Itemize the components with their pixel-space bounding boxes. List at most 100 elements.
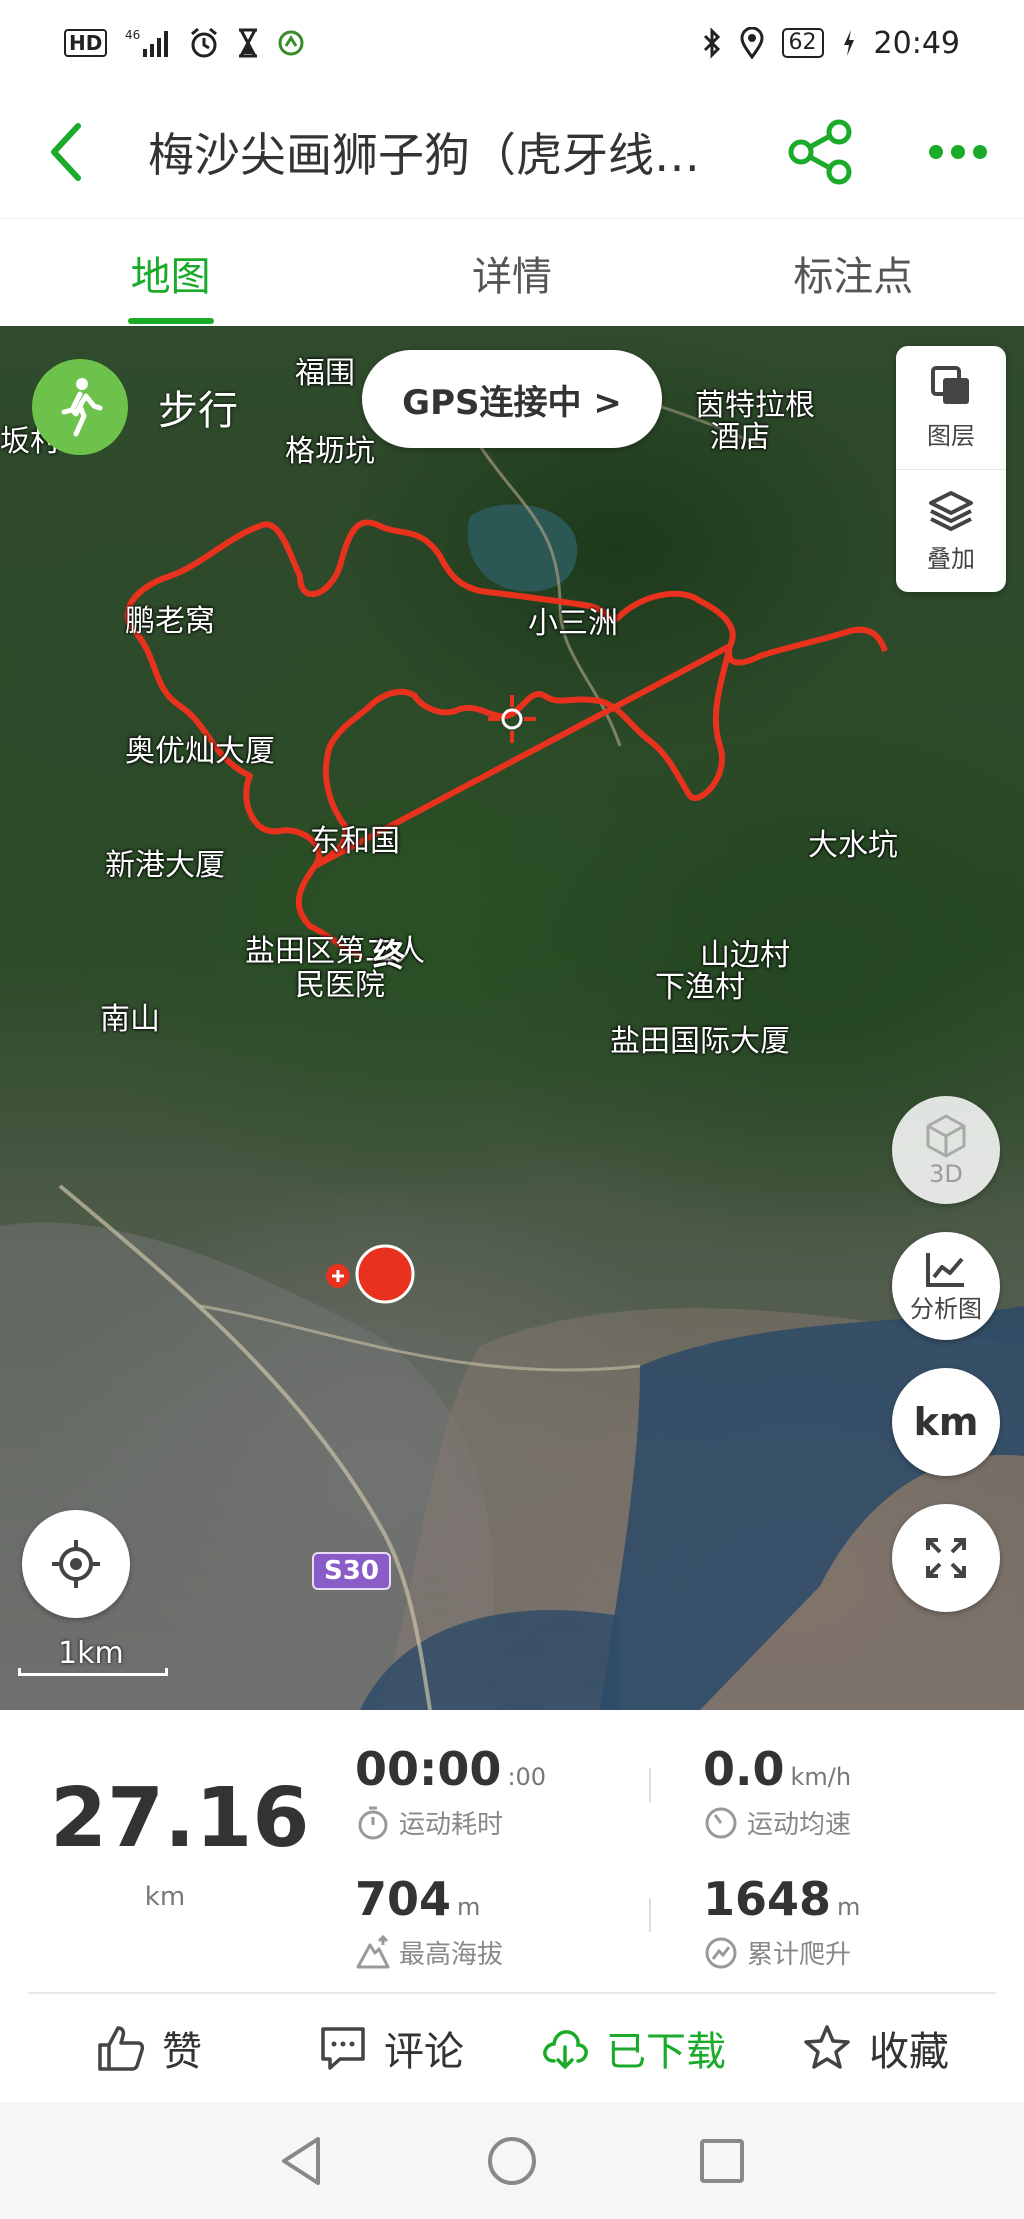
thumbs-up-icon: [98, 2026, 145, 2071]
altitude-stat: 704 m 最高海拔: [355, 1876, 503, 1971]
map-scale: 1km: [18, 1636, 168, 1686]
map-label-place-6: 小三洲: [528, 606, 618, 641]
nav-recents-icon[interactable]: [698, 2137, 746, 2185]
alarm-icon: [189, 26, 219, 60]
walk-mode-pill[interactable]: 步行: [32, 356, 238, 458]
tab-markers[interactable]: 标注点: [683, 219, 1024, 326]
locate-button[interactable]: [22, 1510, 130, 1618]
speed-label: 运动均速: [747, 1810, 852, 1840]
stats-panel: 27.16 km 00:00:00 运动耗时 0.0 km/h 运动均速 704 m…: [0, 1710, 1024, 1992]
more-dots-icon: [929, 145, 987, 159]
climb-label: 累计爬升: [747, 1940, 852, 1970]
mountain-icon: [356, 1934, 390, 1968]
gps-status-button[interactable]: GPS连接中 >: [362, 350, 662, 448]
hd-badge: HD: [64, 29, 108, 57]
battery-icon: 62: [781, 28, 824, 58]
favorite-label: 收藏: [869, 2029, 949, 2075]
3d-button[interactable]: 3D: [892, 1096, 1000, 1204]
stopwatch-icon: [358, 1806, 388, 1839]
tab-bar: 地图 详情 标注点: [0, 218, 1024, 326]
like-button[interactable]: 赞: [28, 1994, 270, 2102]
map-label-place-8: 新港大厦: [105, 848, 225, 883]
distance-unit: km: [144, 1882, 186, 1912]
signal-icon: 46: [125, 26, 171, 60]
map-view[interactable]: 福围 格坜坑 茵特拉根 酒店 坂村 鹏老窝 小三洲 奥优灿大厦 新港大厦 东和国…: [0, 326, 1024, 1710]
hospital-icon: [326, 1264, 350, 1288]
layers-label: 图层: [927, 422, 975, 450]
nav-back-icon[interactable]: [278, 2135, 326, 2187]
altitude-unit: m: [457, 1893, 481, 1921]
stat-divider: [649, 1768, 651, 1802]
system-nav-bar: [0, 2102, 1024, 2219]
map-label-place-16: 盐田国际大厦: [610, 1024, 790, 1059]
hourglass-icon: [237, 26, 259, 60]
scale-bar: [18, 1668, 168, 1676]
unit-button[interactable]: km: [892, 1368, 1000, 1476]
stat-divider: [649, 1898, 651, 1932]
altitude-label: 最高海拔: [399, 1940, 504, 1970]
charging-icon: [842, 26, 856, 60]
map-label-place-12: 民医院: [295, 968, 385, 1003]
comment-label: 评论: [384, 2029, 464, 2075]
analysis-button[interactable]: 分析图: [892, 1232, 1000, 1340]
speedometer-icon: [705, 1807, 737, 1838]
app-notification-icon: [277, 26, 305, 60]
end-marker: [355, 1244, 415, 1304]
map-label-place-5: 鹏老窝: [125, 604, 215, 639]
3d-label: 3D: [929, 1160, 963, 1188]
download-label: 已下载: [606, 2029, 726, 2075]
share-icon: [788, 119, 852, 185]
overlay-button[interactable]: 叠加: [896, 469, 1006, 592]
cube-icon: [926, 1114, 966, 1158]
layer-panel: 图层 叠加: [896, 346, 1006, 592]
comment-button[interactable]: 评论: [270, 1994, 512, 2102]
analysis-label: 分析图: [910, 1294, 982, 1323]
back-button[interactable]: [16, 86, 116, 218]
status-time: 20:49: [873, 25, 960, 61]
overlay-label: 叠加: [927, 544, 975, 573]
climb-value: 1648: [703, 1872, 832, 1926]
speed-stat: 0.0 km/h 运动均速: [703, 1746, 851, 1841]
map-label-place-14: 下渔村: [655, 970, 745, 1005]
fullscreen-button[interactable]: [892, 1504, 1000, 1612]
favorite-button[interactable]: 收藏: [754, 1994, 996, 2102]
distance-value: 27.16: [50, 1771, 310, 1866]
comment-icon: [321, 2027, 365, 2070]
end-marker-label: 终: [373, 936, 406, 974]
tab-details[interactable]: 详情: [341, 219, 682, 326]
duration-value: 00:00: [355, 1742, 502, 1796]
status-bar: HD 46 62 20:49: [0, 0, 1024, 86]
cloud-download-icon: [543, 2030, 588, 2069]
map-label-place-1: 福围: [295, 356, 355, 391]
header: 梅沙尖画狮子狗（虎牙线…: [0, 86, 1024, 218]
walk-icon: [32, 359, 128, 455]
duration-label: 运动耗时: [399, 1810, 504, 1840]
network-type: 46: [125, 28, 140, 42]
nav-home-icon[interactable]: [486, 2135, 538, 2187]
climb-stat: 1648 m 累计爬升: [703, 1876, 860, 1971]
map-label-place-7: 奥优灿大厦: [125, 734, 275, 769]
duration-stat: 00:00:00 运动耗时: [355, 1746, 546, 1841]
climb-unit: m: [837, 1893, 861, 1921]
bluetooth-icon: [702, 26, 722, 60]
stack-icon: [929, 490, 973, 531]
action-bar: 赞 评论 已下载 收藏: [28, 1992, 996, 2102]
star-icon: [804, 2025, 850, 2069]
page-title: 梅沙尖画狮子狗（虎牙线…: [148, 128, 700, 182]
layers-button[interactable]: 图层: [896, 346, 1006, 469]
climb-icon: [705, 1937, 737, 1968]
download-button[interactable]: 已下载: [512, 1994, 754, 2102]
speed-value: 0.0: [703, 1742, 785, 1796]
layers-icon: [931, 366, 969, 404]
tab-map[interactable]: 地图: [0, 219, 341, 326]
more-button[interactable]: [920, 114, 996, 190]
duration-suffix: :00: [507, 1763, 547, 1791]
location-pin-icon: [740, 26, 764, 60]
crosshair-icon: [52, 1540, 100, 1588]
chevron-left-icon: [51, 123, 81, 181]
share-button[interactable]: [783, 114, 859, 190]
road-badge-s30: S30: [312, 1552, 391, 1590]
walk-mode-label: 步行: [158, 388, 238, 434]
map-label-place-4: 酒店: [710, 420, 770, 455]
line-chart-icon: [926, 1252, 964, 1287]
